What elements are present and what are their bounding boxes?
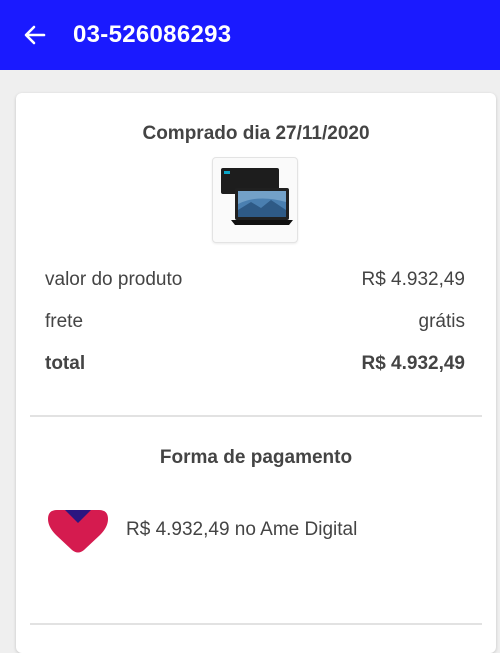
payment-method: R$ 4.932,49 no Ame Digital [44,505,357,555]
total-value: R$ 4.932,49 [361,353,465,374]
shipping-label: frete [45,311,84,332]
section-divider [30,415,482,417]
order-number-title: 03-526086293 [73,21,232,48]
back-button[interactable] [0,0,70,70]
purchase-date: Comprado dia 27/11/2020 [142,123,370,144]
arrow-left-icon [24,25,46,45]
payment-description: R$ 4.932,49 no Ame Digital [126,519,358,540]
shipping-value: grátis [418,311,465,332]
product-value-row: valor do produto R$ 4.932,49 [45,269,465,291]
ame-digital-logo [48,510,108,553]
product-value-label: valor do produto [45,269,183,290]
order-card: Comprado dia 27/11/2020 valor do produto… [16,93,496,653]
laptop-thumbnail [221,168,293,225]
total-label: total [45,353,86,374]
section-divider-bottom [30,623,482,625]
product-thumbnail[interactable] [212,157,298,243]
app-bar: 03-526086293 [0,0,500,70]
product-value-amount: R$ 4.932,49 [361,269,465,290]
shipping-row: frete grátis [45,311,465,333]
total-row: total R$ 4.932,49 [45,353,465,375]
payment-section-title: Forma de pagamento [159,447,353,468]
